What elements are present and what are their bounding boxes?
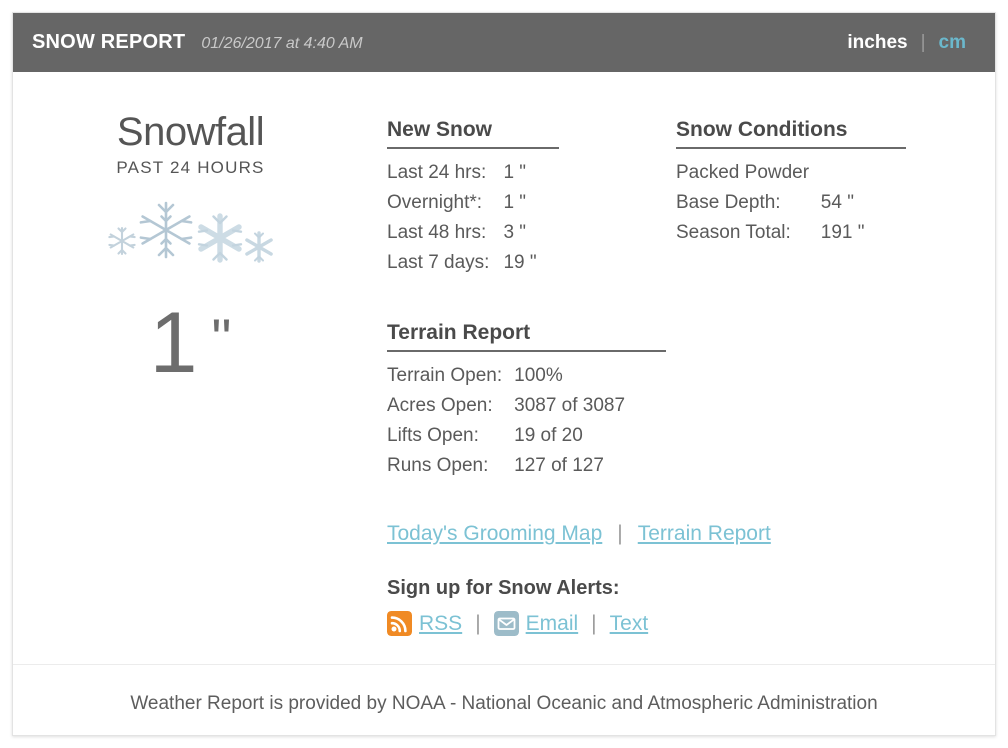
- unit-option-cm[interactable]: cm: [939, 32, 966, 54]
- new-snow-table: Last 24 hrs: 1 " Overnight*: 1 " Last 48…: [387, 158, 537, 278]
- snowfall-subtitle: PAST 24 HOURS: [116, 158, 265, 177]
- email-alert-item[interactable]: Email: [493, 611, 579, 636]
- terrain-report-table: Terrain Open: 100% Acres Open: 3087 of 3…: [387, 361, 625, 481]
- snow-condition-value: Packed Powder: [676, 162, 810, 183]
- snow-alerts-block: Sign up for Snow Alerts: RSS | Email | T…: [387, 577, 648, 636]
- stat-value: 54 ": [820, 192, 854, 213]
- header-title-group: SNOW REPORT 01/26/2017 at 4:40 AM: [32, 31, 363, 54]
- snowfall-amount-unit: ": [211, 307, 232, 370]
- link-separator: |: [617, 522, 623, 545]
- table-row: Overnight*: 1 ": [387, 188, 537, 218]
- table-row: Runs Open: 127 of 127: [387, 451, 625, 481]
- table-row: Season Total: 191 ": [676, 218, 865, 248]
- email-alert-link[interactable]: Email: [526, 612, 579, 636]
- snowfall-amount-value: 1: [149, 295, 198, 391]
- stat-value: 19 ": [503, 252, 537, 273]
- rss-alert-link[interactable]: RSS: [419, 612, 462, 636]
- new-snow-section: New Snow Last 24 hrs: 1 " Overnight*: 1 …: [387, 118, 562, 278]
- table-row: Last 7 days: 19 ": [387, 248, 537, 278]
- stat-value: 100%: [514, 365, 563, 386]
- stat-label: Runs Open:: [387, 455, 489, 476]
- stat-label: Acres Open:: [387, 395, 493, 416]
- terrain-report-divider: [387, 350, 666, 352]
- stat-label: Last 24 hrs:: [387, 162, 487, 183]
- new-snow-heading: New Snow: [387, 118, 493, 141]
- terrain-report-section: Terrain Report Terrain Open: 100% Acres …: [387, 321, 667, 481]
- stat-label: Season Total:: [676, 222, 791, 243]
- rss-icon: [387, 611, 412, 636]
- unit-separator: |: [920, 31, 926, 53]
- stat-label: Overnight*:: [387, 192, 483, 213]
- footer-attribution: Weather Report is provided by NOAA - Nat…: [130, 693, 878, 714]
- snowflake-cluster-icon: [13, 194, 368, 272]
- stat-value: 19 of 20: [514, 425, 583, 446]
- table-row: Lifts Open: 19 of 20: [387, 421, 625, 451]
- stat-label: Lifts Open:: [387, 425, 479, 446]
- table-row: Last 24 hrs: 1 ": [387, 158, 537, 188]
- stat-label: Last 7 days:: [387, 252, 490, 273]
- footer-divider: [13, 664, 995, 665]
- snow-report-card: SNOW REPORT 01/26/2017 at 4:40 AM inches…: [12, 12, 996, 736]
- stat-value: 1 ": [503, 162, 527, 183]
- snow-alerts-links: RSS | Email | Text: [387, 611, 648, 636]
- table-row: Base Depth: 54 ": [676, 188, 865, 218]
- grooming-map-link[interactable]: Today's Grooming Map: [387, 522, 602, 546]
- page-title: SNOW REPORT: [32, 31, 186, 53]
- snow-conditions-section: Snow Conditions Packed Powder Base Depth…: [676, 118, 908, 248]
- text-alert-link[interactable]: Text: [610, 612, 649, 636]
- table-row: Acres Open: 3087 of 3087: [387, 391, 625, 421]
- terrain-report-heading: Terrain Report: [387, 321, 531, 344]
- text-alert-item[interactable]: Text: [610, 612, 649, 636]
- new-snow-divider: [387, 147, 559, 149]
- stat-label: Last 48 hrs:: [387, 222, 487, 243]
- envelope-icon: [493, 611, 519, 636]
- snow-conditions-table: Base Depth: 54 " Season Total: 191 ": [676, 188, 865, 248]
- snowfall-amount: 1 ": [13, 300, 368, 386]
- snow-alerts-heading: Sign up for Snow Alerts:: [387, 577, 620, 599]
- stat-label: Base Depth:: [676, 192, 781, 213]
- table-row: Last 48 hrs: 3 ": [387, 218, 537, 248]
- stat-value: 1 ": [503, 192, 527, 213]
- snow-conditions-heading: Snow Conditions: [676, 118, 848, 141]
- table-row: Terrain Open: 100%: [387, 361, 625, 391]
- rss-alert-item[interactable]: RSS: [387, 611, 462, 636]
- unit-toggle: inches | cm: [847, 32, 966, 54]
- report-timestamp: 01/26/2017 at 4:40 AM: [201, 35, 363, 52]
- alert-separator: |: [591, 611, 597, 635]
- stat-value: 191 ": [820, 222, 865, 243]
- stat-value: 127 of 127: [514, 455, 604, 476]
- snowfall-summary: Snowfall PAST 24 HOURS 1 ": [13, 72, 368, 386]
- report-links: Today's Grooming Map | Terrain Report: [387, 522, 771, 546]
- stat-value: 3 ": [503, 222, 527, 243]
- snowfall-title: Snowfall: [116, 110, 265, 154]
- report-body: Snowfall PAST 24 HOURS 1 " New Snow Last…: [13, 72, 995, 664]
- terrain-report-link[interactable]: Terrain Report: [638, 522, 771, 546]
- stat-value: 3087 of 3087: [514, 395, 626, 416]
- stat-label: Terrain Open:: [387, 365, 503, 386]
- unit-option-inches[interactable]: inches: [847, 32, 907, 54]
- alert-separator: |: [475, 611, 481, 635]
- report-header: SNOW REPORT 01/26/2017 at 4:40 AM inches…: [13, 13, 995, 72]
- snow-conditions-divider: [676, 147, 906, 149]
